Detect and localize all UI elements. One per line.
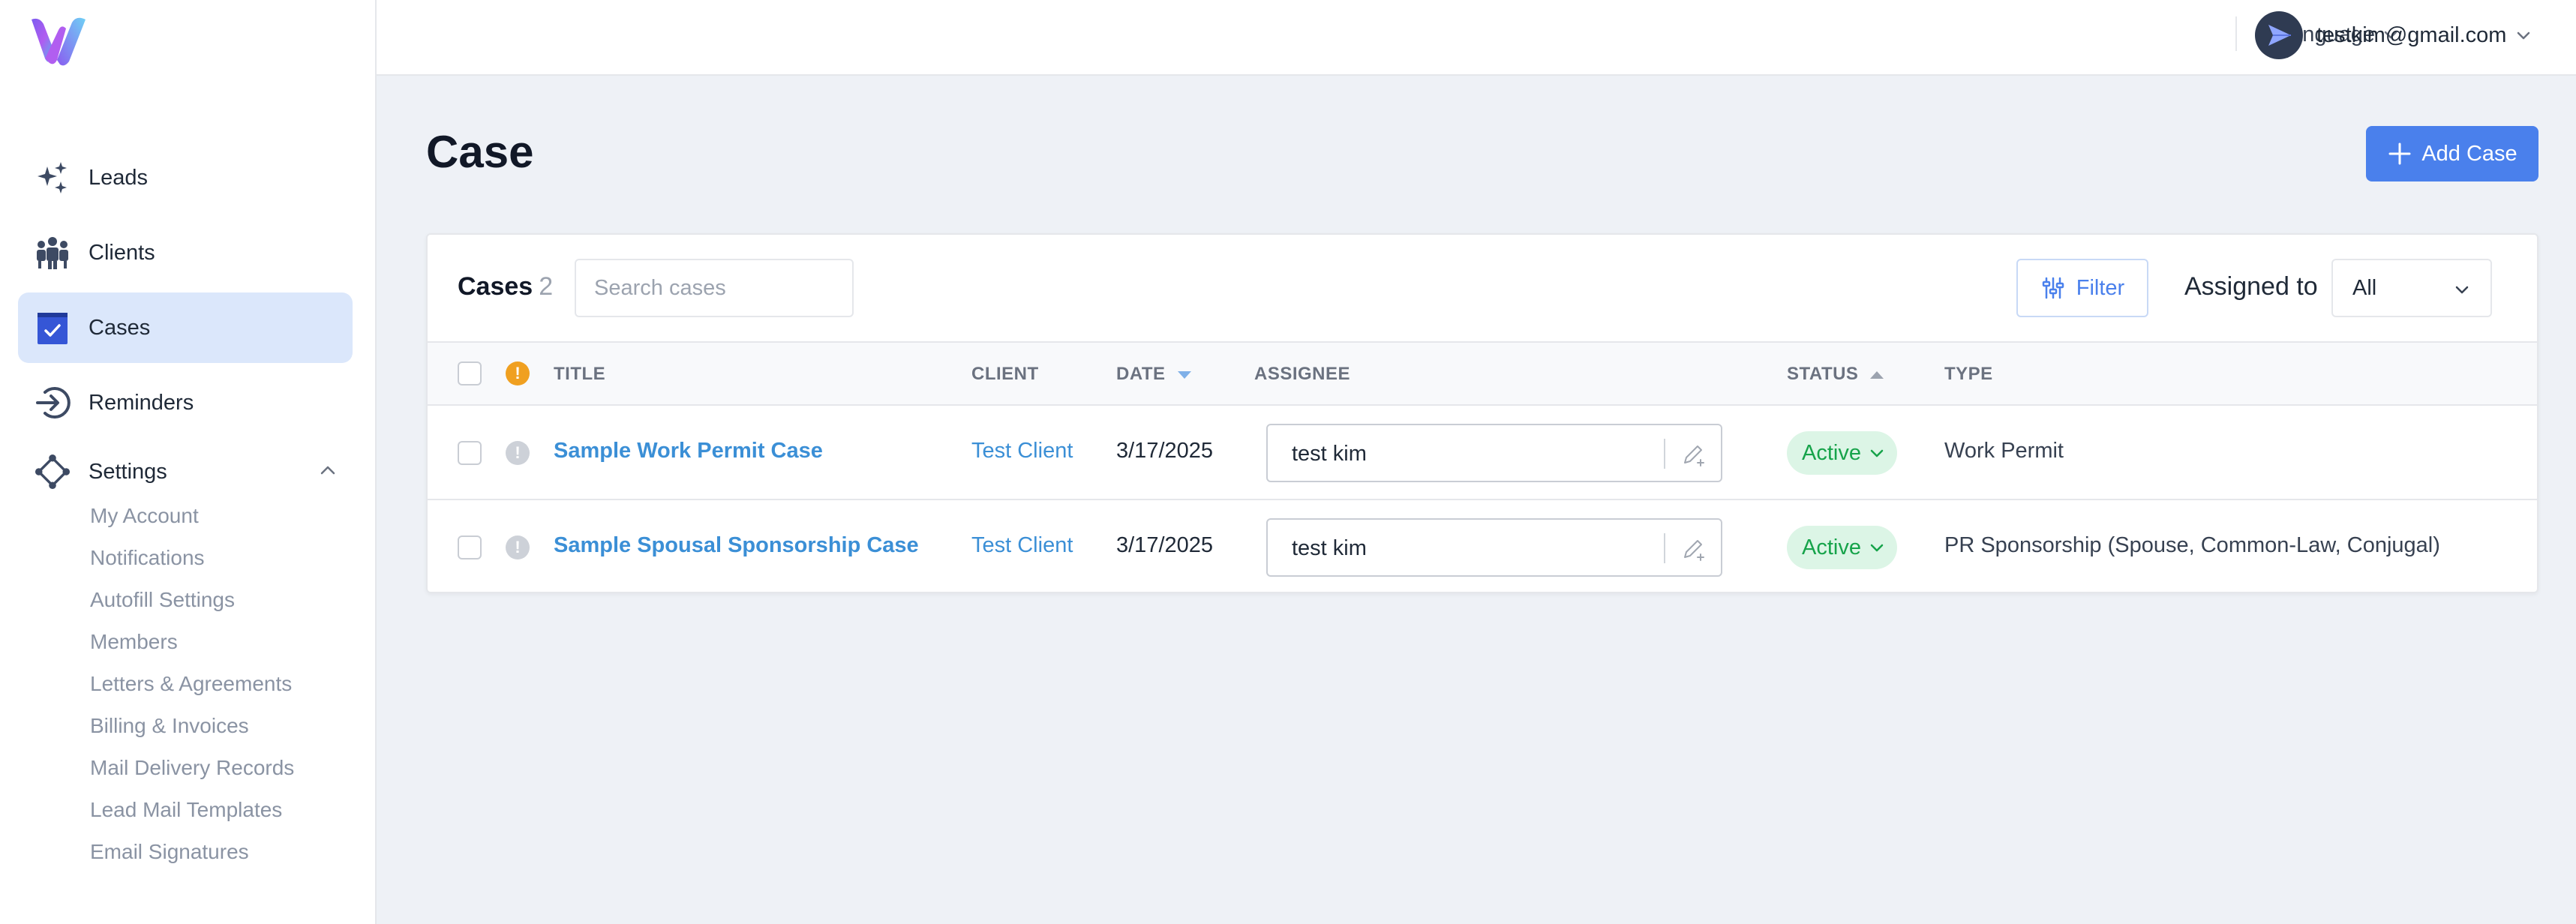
assigned-to-value: All	[2352, 275, 2377, 300]
sidebar-item-leads[interactable]: Leads	[18, 142, 353, 213]
edit-pencil-icon[interactable]	[1679, 535, 1707, 563]
sidebar-item-clients[interactable]: Clients	[18, 218, 353, 288]
plus-icon	[2388, 142, 2411, 165]
settings-submenu: My Account Notifications Autofill Settin…	[90, 495, 294, 873]
column-header-status-label: STATUS	[1787, 364, 1859, 384]
sidebar-item-label: Settings	[89, 459, 167, 484]
priority-icon[interactable]: !	[506, 536, 530, 560]
chevron-down-icon	[1870, 544, 1884, 552]
avatar	[2255, 11, 2303, 59]
cases-toolbar: Cases2 Filter Assigned to All	[428, 235, 2537, 341]
table-row[interactable]: ! Sample Work Permit Case Test Client 3/…	[428, 406, 2537, 500]
chevron-down-icon	[2517, 32, 2530, 40]
settings-item-mail-delivery[interactable]: Mail Delivery Records	[90, 747, 294, 789]
assignee-name: test kim	[1292, 536, 1367, 560]
row-checkbox[interactable]	[458, 536, 482, 560]
table-row[interactable]: ! Sample Spousal Sponsorship Case Test C…	[428, 500, 2537, 595]
assigned-to-label: Assigned to	[2184, 272, 2318, 301]
table-header: ! TITLE CLIENT DATE ASSIGNEE STATUS TYPE	[428, 341, 2537, 406]
edit-pencil-icon[interactable]	[1679, 440, 1707, 469]
assignee-name: test kim	[1292, 442, 1367, 466]
sort-asc-icon	[1870, 370, 1884, 379]
settings-item-autofill[interactable]: Autofill Settings	[90, 579, 294, 621]
send-arrow-icon	[2268, 25, 2291, 46]
priority-warning-icon[interactable]: !	[506, 362, 530, 386]
column-header-status[interactable]: STATUS	[1787, 364, 1885, 385]
status-label: Active	[1802, 535, 1861, 560]
assignee-divider	[1664, 533, 1665, 563]
sidebar-item-label: Leads	[89, 165, 149, 190]
app-logo[interactable]	[29, 15, 90, 68]
settings-item-notifications[interactable]: Notifications	[90, 537, 294, 579]
case-type: Work Permit	[1944, 439, 2064, 463]
column-header-date-label: DATE	[1116, 364, 1166, 384]
settings-item-lead-mail-templates[interactable]: Lead Mail Templates	[90, 789, 294, 831]
chevron-down-icon	[2455, 286, 2469, 294]
case-title-link[interactable]: Sample Spousal Sponsorship Case	[554, 533, 919, 558]
sidebar: Leads Clients Cases Reminders Settings M…	[0, 0, 377, 924]
sliders-icon	[2042, 277, 2064, 299]
nodes-icon	[35, 454, 71, 490]
assignee-divider	[1664, 439, 1665, 469]
case-title-link[interactable]: Sample Work Permit Case	[554, 439, 823, 464]
select-all-checkbox[interactable]	[458, 362, 482, 386]
status-label: Active	[1802, 440, 1861, 465]
cases-heading: Cases 2	[458, 272, 553, 302]
chevron-down-icon	[1870, 449, 1884, 458]
sidebar-item-label: Cases	[89, 315, 151, 340]
settings-item-letters[interactable]: Letters & Agreements	[90, 663, 294, 705]
sidebar-item-label: Reminders	[89, 390, 194, 415]
column-header-type[interactable]: TYPE	[1944, 364, 1993, 385]
page-title: Case	[426, 127, 534, 177]
chevron-up-icon[interactable]	[318, 460, 338, 480]
add-case-button[interactable]: Add Case	[2366, 126, 2538, 182]
column-header-assignee[interactable]: ASSIGNEE	[1254, 364, 1350, 385]
status-badge[interactable]: Active	[1787, 526, 1897, 569]
settings-item-my-account[interactable]: My Account	[90, 495, 294, 537]
assigned-to-select[interactable]: All	[2331, 259, 2492, 317]
cases-label: Cases	[458, 272, 533, 301]
top-bar: Language	[377, 0, 2576, 76]
search-input[interactable]	[575, 259, 854, 317]
column-header-title[interactable]: TITLE	[554, 364, 605, 385]
login-arrow-icon	[35, 385, 71, 421]
user-menu[interactable]: testkim@gmail.com	[2255, 10, 2532, 60]
clipboard-check-icon	[35, 310, 71, 346]
client-link[interactable]: Test Client	[971, 439, 1073, 464]
user-email: testkim@gmail.com	[2316, 22, 2507, 47]
topbar-divider	[2235, 16, 2237, 51]
case-date: 3/17/2025	[1116, 439, 1214, 463]
sidebar-item-label: Clients	[89, 240, 155, 265]
assignee-field[interactable]: test kim	[1266, 424, 1722, 482]
settings-item-members[interactable]: Members	[90, 621, 294, 663]
row-checkbox[interactable]	[458, 441, 482, 465]
column-header-date[interactable]: DATE	[1116, 364, 1193, 385]
sidebar-item-cases[interactable]: Cases	[18, 292, 353, 363]
column-header-client[interactable]: CLIENT	[971, 364, 1039, 385]
sparkles-icon	[35, 160, 71, 196]
case-type: PR Sponsorship (Spouse, Common-Law, Conj…	[1944, 533, 2440, 557]
cases-card: Cases2 Filter Assigned to All ! TITLE CL…	[426, 233, 2538, 593]
settings-item-email-signatures[interactable]: Email Signatures	[90, 831, 294, 873]
filter-label: Filter	[2076, 275, 2125, 300]
status-badge[interactable]: Active	[1787, 431, 1897, 475]
people-icon	[35, 235, 71, 271]
filter-button[interactable]: Filter	[2016, 259, 2148, 317]
assignee-field[interactable]: test kim	[1266, 518, 1722, 577]
priority-icon[interactable]: !	[506, 441, 530, 465]
sidebar-item-reminders[interactable]: Reminders	[18, 368, 353, 438]
settings-item-billing[interactable]: Billing & Invoices	[90, 705, 294, 747]
case-date: 3/17/2025	[1116, 533, 1214, 557]
add-case-label: Add Case	[2421, 141, 2517, 166]
cases-count: 2	[539, 272, 554, 301]
sort-desc-icon	[1177, 370, 1191, 379]
client-link[interactable]: Test Client	[971, 533, 1073, 558]
